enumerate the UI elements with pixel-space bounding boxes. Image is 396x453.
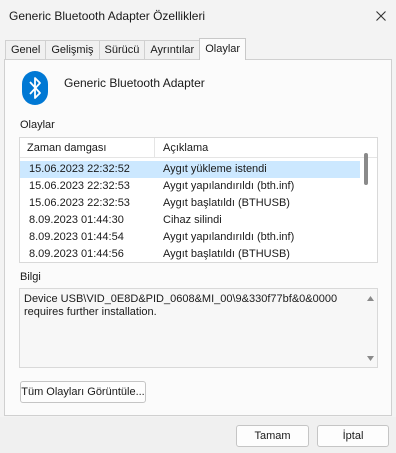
event-description: Aygıt başlatıldı (BTHUSB) [163, 248, 290, 260]
bluetooth-icon [22, 71, 48, 105]
column-separator [154, 138, 155, 158]
device-name: Generic Bluetooth Adapter [64, 76, 205, 90]
scroll-down-icon [367, 355, 374, 361]
tab-advanced[interactable]: Gelişmiş [45, 40, 100, 60]
table-row[interactable]: 15.06.2023 22:32:53 Aygıt yapılandırıldı… [20, 178, 360, 195]
table-row[interactable]: 8.09.2023 01:44:30 Cihaz silindi [20, 212, 360, 229]
info-text: Device USB\VID_0E8D&PID_0608&MI_00\9&330… [24, 293, 354, 319]
event-description: Aygıt yapılandırıldı (bth.inf) [163, 180, 295, 192]
tab-events[interactable]: Olaylar [199, 38, 247, 60]
event-time: 15.06.2023 22:32:53 [29, 197, 130, 209]
info-text-line: requires further installation. [24, 306, 157, 318]
tab-strip: Genel Gelişmiş Sürücü Ayrıntılar Olaylar [5, 38, 247, 60]
title-bar: Generic Bluetooth Adapter Özellikleri [0, 0, 396, 32]
event-time: 15.06.2023 22:32:53 [29, 180, 130, 192]
events-list-header: Zaman damgası Açıklama [20, 138, 377, 158]
events-scrollbar-thumb[interactable] [364, 153, 368, 185]
table-row[interactable]: 15.06.2023 22:32:52 Aygıt yükleme istend… [20, 161, 360, 178]
info-textbox[interactable]: Device USB\VID_0E8D&PID_0608&MI_00\9&330… [19, 288, 378, 368]
tab-details[interactable]: Ayrıntılar [144, 40, 201, 60]
close-button[interactable] [368, 4, 394, 28]
scroll-up-icon [367, 295, 374, 301]
event-time: 8.09.2023 01:44:30 [29, 214, 124, 226]
column-header-timestamp[interactable]: Zaman damgası [27, 142, 106, 154]
column-header-description[interactable]: Açıklama [163, 142, 208, 154]
event-description: Cihaz silindi [163, 214, 222, 226]
info-text-line: Device USB\VID_0E8D&PID_0608&MI_00\9&330… [24, 293, 338, 305]
events-label: Olaylar [20, 119, 55, 131]
table-row[interactable]: 15.06.2023 22:32:53 Aygıt başlatıldı (BT… [20, 195, 360, 212]
cancel-button[interactable]: İptal [317, 425, 389, 447]
tab-driver[interactable]: Sürücü [98, 40, 146, 60]
view-all-events-button[interactable]: Tüm Olayları Görüntüle... [20, 381, 146, 403]
table-row[interactable]: 8.09.2023 01:44:54 Aygıt yapılandırıldı … [20, 229, 360, 246]
close-icon [376, 11, 386, 21]
tab-general[interactable]: Genel [5, 40, 47, 60]
scroll-down-button[interactable] [366, 354, 375, 362]
event-description: Aygıt yapılandırıldı (bth.inf) [163, 231, 295, 243]
event-time: 15.06.2023 22:32:52 [29, 163, 130, 175]
event-time: 8.09.2023 01:44:56 [29, 248, 124, 260]
ok-button[interactable]: Tamam [236, 425, 309, 447]
event-description: Aygıt yükleme istendi [163, 163, 267, 175]
window-title: Generic Bluetooth Adapter Özellikleri [9, 9, 206, 23]
event-time: 8.09.2023 01:44:54 [29, 231, 124, 243]
scroll-up-button[interactable] [366, 294, 375, 302]
events-list[interactable]: Zaman damgası Açıklama 15.06.2023 22:32:… [19, 137, 378, 263]
event-description: Aygıt başlatıldı (BTHUSB) [163, 197, 290, 209]
info-label: Bilgi [20, 271, 41, 283]
table-row[interactable]: 8.09.2023 01:44:56 Aygıt başlatıldı (BTH… [20, 246, 360, 262]
